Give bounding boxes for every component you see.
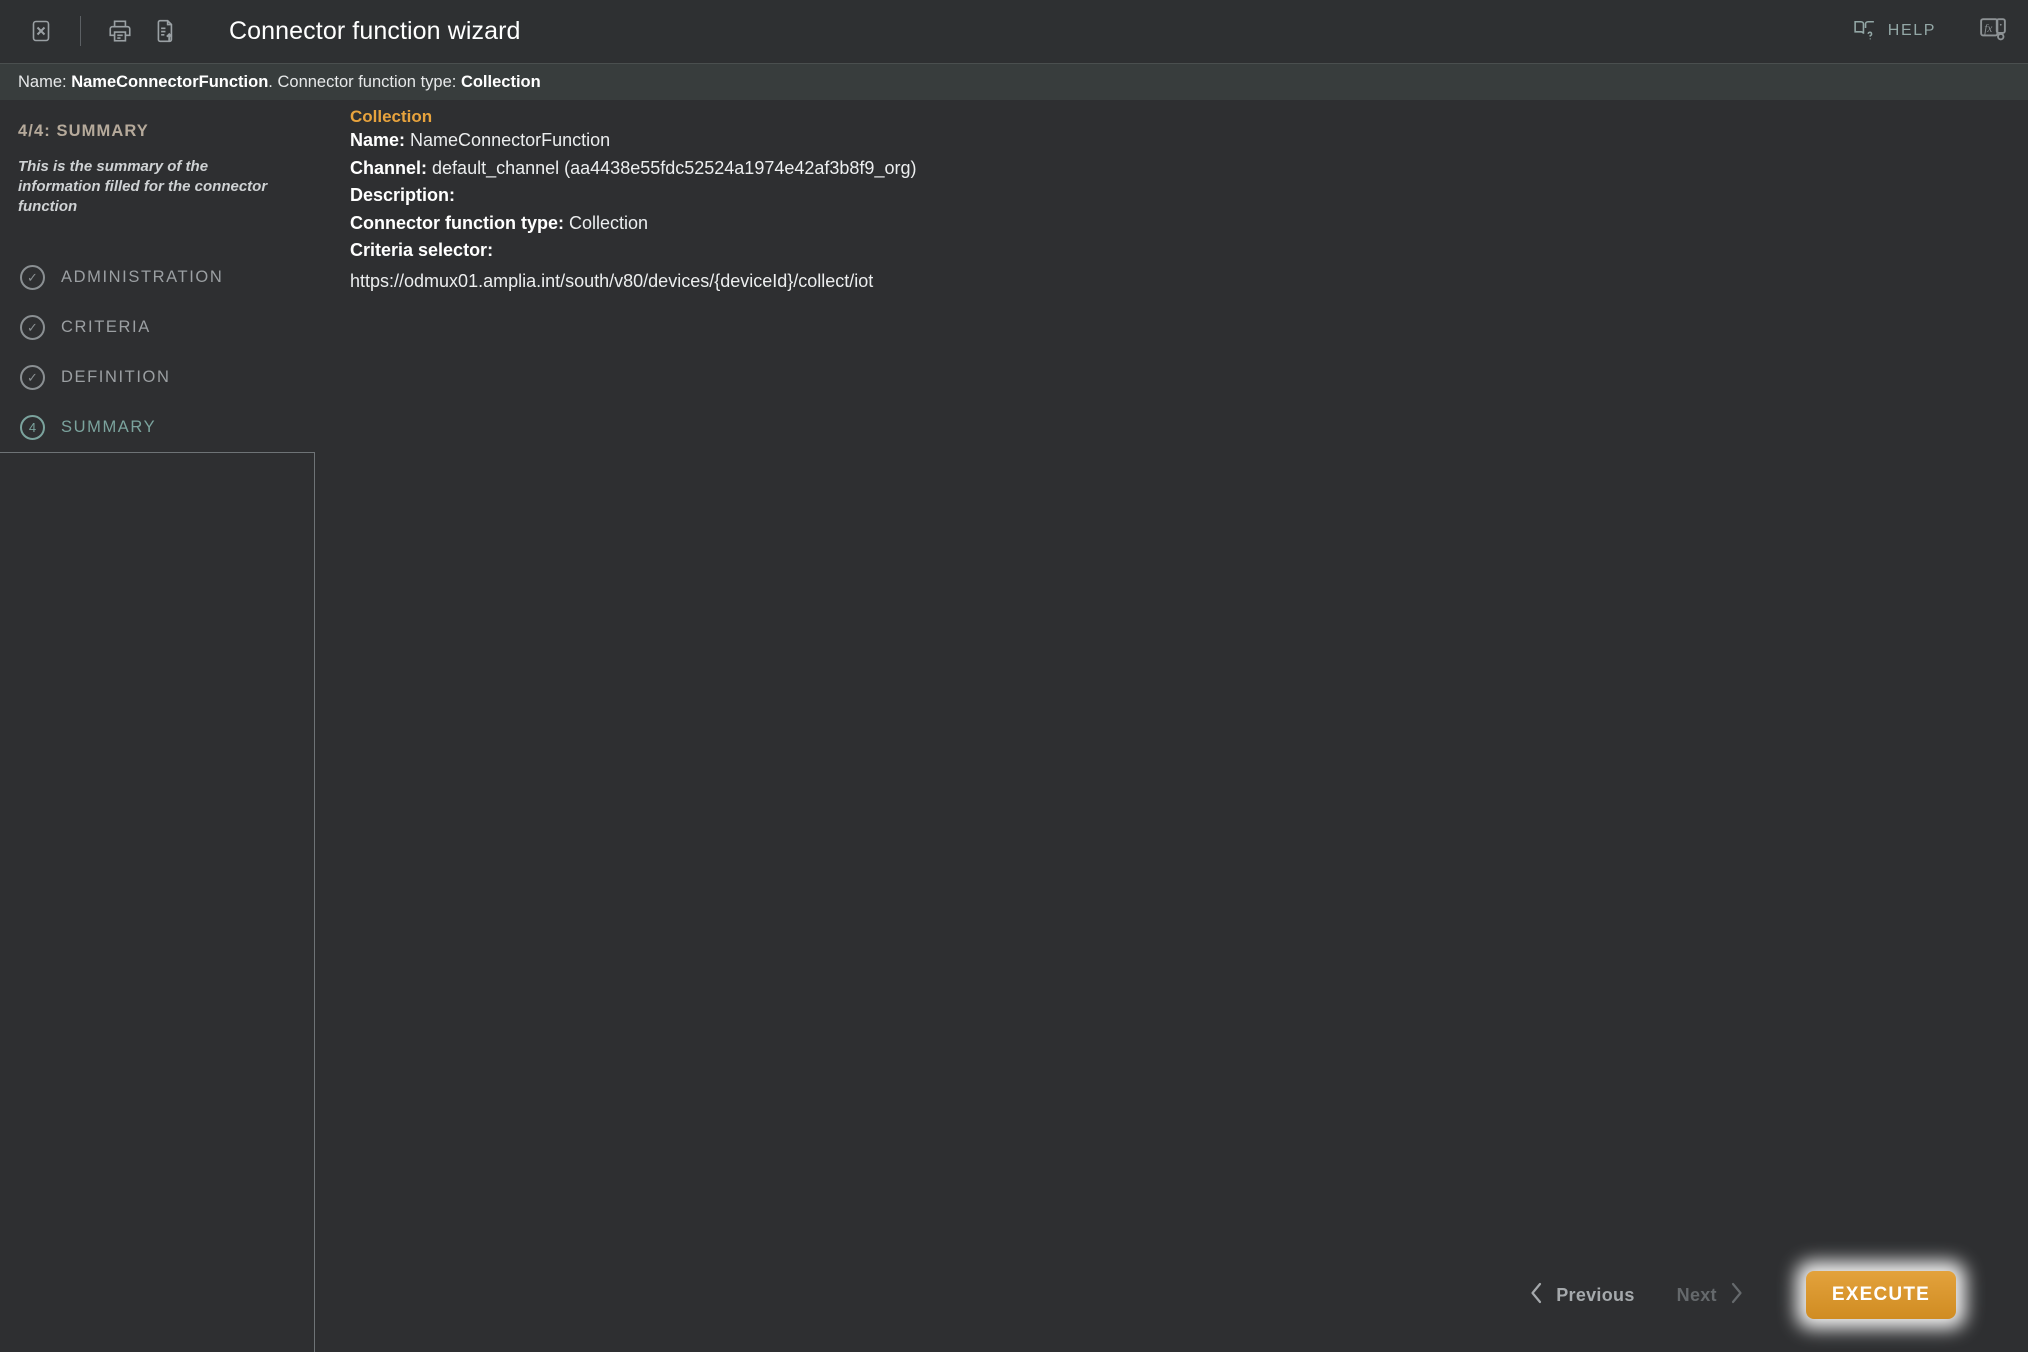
summary-row-label: Channel: — [350, 157, 428, 178]
summary-row-value: NameConnectorFunction — [410, 130, 611, 150]
sidebar-item-administration[interactable]: ✓ ADMINISTRATION — [0, 253, 314, 303]
breadcrumb: Name: NameConnectorFunction. Connector f… — [0, 63, 2028, 100]
wizard-sidebar: 4/4: SUMMARY This is the summary of the … — [0, 100, 315, 1352]
window-titlebar: Connector function wizard HELP fx — [0, 0, 2028, 62]
summary-section-title: Collection — [350, 107, 433, 126]
execute-button[interactable]: EXECUTE — [1805, 1271, 1956, 1319]
step-check-icon: ✓ — [20, 365, 45, 391]
help-button[interactable]: HELP — [1852, 16, 1936, 46]
summary-row-value: Collection — [569, 212, 649, 233]
summary-row-channel: Channel: default_channel (aa4438e55fdc52… — [350, 155, 2010, 183]
sidebar-item-label: ADMINISTRATION — [61, 268, 224, 287]
sidebar-item-label: CRITERIA — [61, 318, 151, 337]
titlebar-actions: Connector function wizard — [0, 8, 521, 54]
summary-row-label: Criteria selector: — [350, 240, 494, 261]
current-step-heading: 4/4: SUMMARY — [18, 122, 149, 140]
wizard-footer: Previous Next EXECUTE — [0, 1246, 2028, 1344]
step-check-icon: ✓ — [20, 265, 45, 291]
sidebar-item-definition[interactable]: ✓ DEFINITION — [0, 353, 314, 403]
sidebar-panel — [0, 452, 315, 1352]
summary-row-name: Name: NameConnectorFunction — [350, 127, 2010, 155]
page-body: 4/4: SUMMARY This is the summary of the … — [0, 100, 2028, 1352]
criteria-selector-url: https://odmux01.amplia.int/south/v80/dev… — [350, 270, 874, 291]
next-button: Next — [1677, 1282, 1744, 1309]
summary-content: Collection Name: NameConnectorFunction C… — [350, 100, 2010, 295]
step-number-icon: 4 — [20, 415, 45, 441]
current-step-description: This is the summary of the information f… — [18, 158, 268, 215]
sidebar-item-label: DEFINITION — [61, 368, 171, 387]
document-export-icon[interactable] — [143, 8, 189, 54]
breadcrumb-type-label: Connector function type: — [277, 72, 457, 91]
execute-button-wrapper: EXECUTE — [1795, 1261, 1966, 1329]
chevron-left-icon — [1529, 1282, 1544, 1309]
summary-row-criteria-selector: Criteria selector: — [350, 237, 2010, 265]
breadcrumb-type-value: Collection — [460, 72, 541, 91]
chevron-right-icon — [1729, 1282, 1744, 1309]
summary-row-label: Description: — [350, 185, 456, 206]
printer-icon[interactable] — [97, 8, 143, 54]
previous-button[interactable]: Previous — [1529, 1282, 1634, 1309]
step-check-icon: ✓ — [20, 315, 45, 341]
sidebar-item-label: SUMMARY — [61, 418, 157, 437]
page-title: Connector function wizard — [229, 16, 521, 45]
breadcrumb-name-value: NameConnectorFunction — [71, 72, 269, 91]
summary-row-value: default_channel (aa4438e55fdc52524a1974e… — [432, 157, 917, 178]
titlebar-right-actions: HELP fx — [1852, 16, 2028, 46]
breadcrumb-separator: . — [268, 72, 273, 91]
summary-row-connector-function-type: Connector function type: Collection — [350, 210, 2010, 238]
fx-function-icon[interactable]: fx — [1978, 16, 2008, 46]
close-box-icon[interactable] — [18, 8, 64, 54]
wizard-step-list: ✓ ADMINISTRATION ✓ CRITERIA ✓ DEFINITION… — [0, 253, 314, 453]
sidebar-item-criteria[interactable]: ✓ CRITERIA — [0, 303, 314, 353]
next-label: Next — [1676, 1284, 1717, 1305]
summary-row-label: Connector function type: — [350, 212, 564, 233]
toolbar-divider — [80, 16, 81, 46]
svg-text:fx: fx — [1984, 23, 1992, 35]
sidebar-item-summary[interactable]: 4 SUMMARY — [0, 403, 314, 453]
breadcrumb-name-label: Name: — [18, 72, 67, 91]
summary-row-label: Name: — [350, 130, 406, 150]
book-help-icon — [1852, 16, 1877, 46]
previous-label: Previous — [1556, 1284, 1635, 1305]
summary-row-description: Description: — [350, 182, 2010, 210]
help-label: HELP — [1887, 22, 1936, 39]
